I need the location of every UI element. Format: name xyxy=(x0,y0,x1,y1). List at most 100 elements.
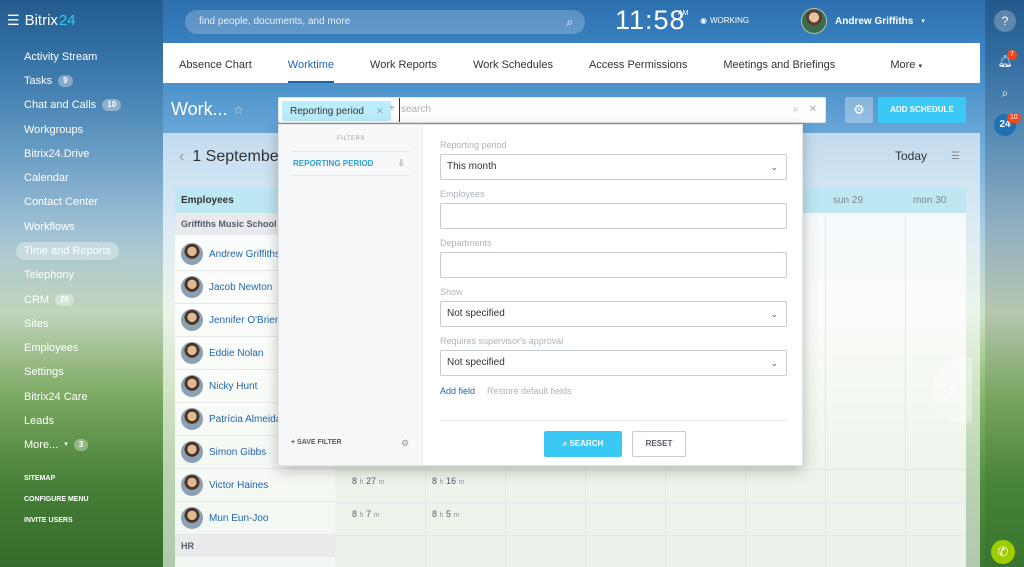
nav-label: CRM xyxy=(24,294,50,306)
close-icon[interactable]: ✕ xyxy=(376,106,384,116)
nav-item-workgroups[interactable]: Workgroups xyxy=(16,121,91,139)
hours-value: 8 xyxy=(432,509,438,519)
add-field-link[interactable]: Add field xyxy=(440,386,475,396)
tab-meetings-and-briefings[interactable]: Meetings and Briefings xyxy=(723,43,835,83)
minutes-value: 7 xyxy=(365,509,371,519)
nav-item-bitrix24-care[interactable]: Bitrix24 Care xyxy=(16,388,96,406)
filter-preset-reporting-period[interactable]: REPORTING PERIOD ⇩ xyxy=(291,151,409,176)
notifications-count: 7 xyxy=(1007,50,1017,60)
add-schedule-button[interactable]: ADD SCHEDULE xyxy=(878,97,966,123)
departments-field[interactable] xyxy=(440,252,787,278)
search-icon[interactable]: ⌕ xyxy=(793,98,799,122)
avatar xyxy=(181,507,203,529)
plus-icon: + xyxy=(291,439,296,446)
hours-value: 8 xyxy=(432,476,438,486)
nav-item-calendar[interactable]: Calendar xyxy=(16,169,77,187)
tab-work-reports[interactable]: Work Reports xyxy=(370,43,437,83)
settings-gear-icon[interactable]: ⚙ xyxy=(845,97,873,123)
nav-count-badge: 26 xyxy=(55,294,74,306)
nav-item-leads[interactable]: Leads xyxy=(16,412,62,430)
tab-worktime[interactable]: Worktime xyxy=(287,43,335,83)
close-icon[interactable]: ✕ xyxy=(809,98,817,122)
filter-presets-panel: FILTERS REPORTING PERIOD ⇩ + SAVE FILTER … xyxy=(279,125,423,465)
field-label: Reporting period xyxy=(440,140,507,150)
minutes-value: 16 xyxy=(445,476,456,486)
employee-row[interactable]: Victor Haines xyxy=(175,469,335,502)
help-icon[interactable]: ? xyxy=(994,10,1016,32)
search-icon[interactable]: ⌕ xyxy=(566,10,573,34)
reset-button[interactable]: RESET xyxy=(632,431,686,457)
employees-field[interactable] xyxy=(440,203,787,229)
search-button[interactable]: ⌕ SEARCH xyxy=(544,431,622,457)
search-icon[interactable]: ⌕ xyxy=(994,82,1016,104)
nav-label: Bitrix24.Drive xyxy=(24,148,90,160)
minutes-value: 27 xyxy=(365,476,376,486)
nav-label: Workflows xyxy=(24,221,75,233)
clock-ampm: AM xyxy=(678,10,689,17)
nav-item-settings[interactable]: Settings xyxy=(16,363,72,381)
worktime-cell[interactable]: 8 h 5 m xyxy=(432,509,459,519)
logo-text: Bitrix xyxy=(24,12,58,29)
show-select[interactable]: Not specified ⌄ xyxy=(440,301,787,327)
calendar-date-range: ‹ 1 Septembe xyxy=(179,148,279,166)
list-menu-icon[interactable]: ☰ xyxy=(951,151,960,162)
user-menu[interactable]: Andrew Griffiths ▾ xyxy=(801,8,925,34)
search-icon: ⌕ xyxy=(562,439,568,448)
tab-absence-chart[interactable]: Absence Chart xyxy=(179,43,252,83)
hours-unit: h xyxy=(359,479,364,486)
avatar xyxy=(181,342,203,364)
nav-item-sites[interactable]: Sites xyxy=(16,315,56,333)
nav-item-employees[interactable]: Employees xyxy=(16,339,86,357)
nav-item-contact-center[interactable]: Contact Center xyxy=(16,193,106,211)
chevron-left-icon[interactable]: ‹ xyxy=(179,148,184,165)
gear-icon[interactable]: ⚙ xyxy=(401,438,409,449)
nav-item-telephony[interactable]: Telephony xyxy=(16,266,82,284)
nav-item-drive[interactable]: Bitrix24.Drive xyxy=(16,145,97,163)
today-button[interactable]: Today xyxy=(895,149,927,163)
nav-item-tasks[interactable]: Tasks 9 xyxy=(16,72,81,90)
worktime-cell[interactable]: 8 h 16 m xyxy=(432,476,464,486)
save-filter-button[interactable]: + SAVE FILTER xyxy=(291,439,342,446)
worktime-cell[interactable]: 8 h 7 m xyxy=(352,509,379,519)
filter-search-bar[interactable]: Reporting period ✕ + search ⌕ ✕ xyxy=(278,97,826,123)
pin-icon[interactable]: ⇩ xyxy=(397,152,405,175)
hours-unit: h xyxy=(439,479,444,486)
nav-item-chat-and-calls[interactable]: Chat and Calls 10 xyxy=(16,96,129,114)
employee-row[interactable]: Mun Eun-Joo xyxy=(175,502,335,535)
worktime-cell[interactable]: 8 h 27 m xyxy=(352,476,384,486)
configure-menu-link[interactable]: CONFIGURE MENU xyxy=(24,496,89,503)
reporting-period-select[interactable]: This month ⌄ xyxy=(440,154,787,180)
nav-item-workflows[interactable]: Workflows xyxy=(16,218,83,236)
restore-default-fields-link[interactable]: Restore default fields xyxy=(487,386,572,396)
nav-label: Sites xyxy=(24,318,49,330)
favorite-star-icon[interactable]: ☆ xyxy=(233,103,244,117)
nav-item-activity-stream[interactable]: Activity Stream xyxy=(16,48,105,66)
chevron-down-icon: ▾ xyxy=(64,441,68,448)
supervisor-approval-select[interactable]: Not specified ⌄ xyxy=(440,350,787,376)
filter-chip[interactable]: Reporting period ✕ xyxy=(282,101,392,121)
hamburger-menu-icon[interactable]: ☰ xyxy=(7,12,20,29)
logo[interactable]: ☰ Bitrix 24 xyxy=(7,12,76,29)
day-header: mon 30 xyxy=(913,195,947,206)
bitrix24-count: 10 xyxy=(1007,113,1021,123)
tab-access-permissions[interactable]: Access Permissions xyxy=(589,43,687,83)
avatar xyxy=(181,276,203,298)
tab-more[interactable]: More ▾ xyxy=(890,43,922,83)
global-search-input[interactable]: find people, documents, and more ⌕ xyxy=(185,10,585,34)
nav-item-more[interactable]: More... ▾ 3 xyxy=(16,436,96,454)
sitemap-link[interactable]: SITEMAP xyxy=(24,475,55,482)
clock[interactable]: 11:58 xyxy=(615,5,686,36)
filter-search-input[interactable]: search xyxy=(399,98,431,122)
avatar xyxy=(181,243,203,265)
nav-item-time-and-reports[interactable]: Time and Reports xyxy=(16,242,120,260)
nav-item-crm[interactable]: CRM 26 xyxy=(16,291,82,309)
invite-users-link[interactable]: INVITE USERS xyxy=(24,517,73,524)
phone-icon[interactable]: ✆ xyxy=(991,540,1015,564)
work-status[interactable]: ◉ WORKING xyxy=(700,16,749,25)
employee-name[interactable]: Mun Eun-Joo xyxy=(209,513,329,524)
tab-work-schedules[interactable]: Work Schedules xyxy=(473,43,553,83)
nav-label: Activity Stream xyxy=(24,51,98,63)
tab-more-label: More xyxy=(890,59,916,71)
employee-name[interactable]: Victor Haines xyxy=(209,480,329,491)
top-bar: find people, documents, and more ⌕ 11:58… xyxy=(163,0,985,43)
